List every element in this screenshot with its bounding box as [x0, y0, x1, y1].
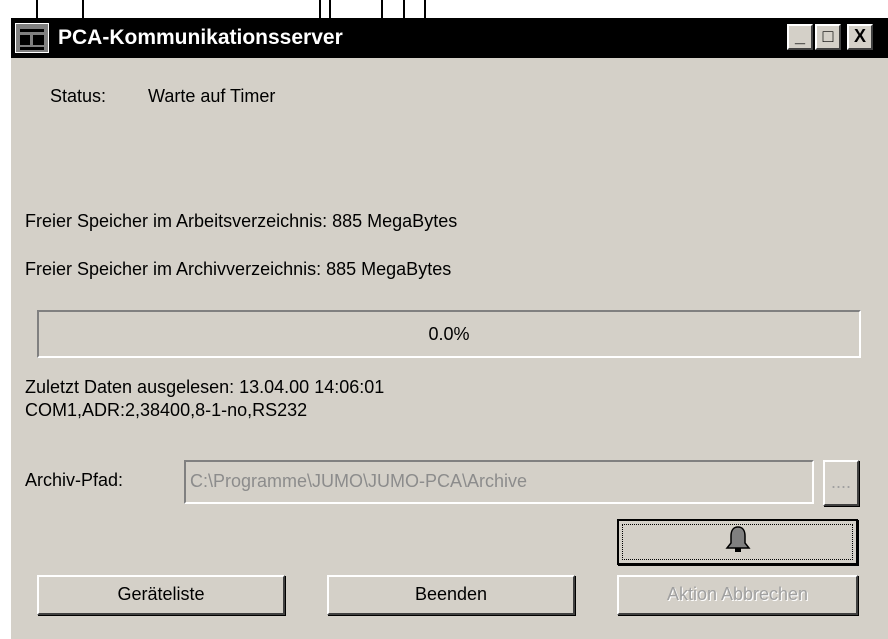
maximize-icon: □ — [822, 26, 834, 46]
connection-text: COM1,ADR:2,38400,8-1-no,RS232 — [25, 400, 308, 420]
computer-icon[interactable] — [15, 23, 49, 53]
archive-memory-line: Freier Speicher im Archivverzeichnis: 88… — [25, 259, 451, 280]
work-memory-label: Freier Speicher im Arbeitsverzeichnis: — [25, 211, 328, 231]
work-memory-value: 885 MegaBytes — [332, 211, 458, 231]
status-value: Warte auf Timer — [148, 86, 276, 106]
device-list-button[interactable]: Geräteliste — [37, 575, 285, 615]
last-read-text: Zuletzt Daten ausgelesen: 13.04.00 14:06… — [25, 377, 385, 397]
maximize-button[interactable]: □ — [815, 24, 841, 50]
archive-path-input: C:\Programme\JUMO\JUMO-PCA\Archive — [184, 460, 814, 504]
minimize-icon: _ — [794, 26, 805, 46]
archive-memory-value: 885 MegaBytes — [326, 259, 452, 279]
progress-bar: 0.0% — [37, 310, 861, 358]
screen: { "window": { "title": "PCA-Kommunikatio… — [0, 0, 888, 639]
archive-path-value: C:\Programme\JUMO\JUMO-PCA\Archive — [190, 471, 528, 491]
minimize-button[interactable]: _ — [787, 24, 813, 50]
work-memory-line: Freier Speicher im Arbeitsverzeichnis: 8… — [25, 211, 457, 232]
progress-text: 0.0% — [428, 324, 470, 344]
alarm-button[interactable] — [617, 519, 858, 565]
archive-path-label: Archiv-Pfad: — [25, 470, 124, 490]
browse-button[interactable]: .... — [823, 460, 859, 506]
archive-memory-label: Freier Speicher im Archivverzeichnis: — [25, 259, 322, 279]
close-button[interactable]: X — [847, 24, 873, 50]
window-title: PCA-Kommunikationsserver — [58, 26, 343, 49]
close-icon: X — [853, 26, 866, 46]
bell-icon — [724, 525, 751, 564]
status-label: Status: — [50, 86, 107, 106]
cancel-action-button[interactable]: Aktion Abbrechen — [617, 575, 858, 615]
quit-button[interactable]: Beenden — [327, 575, 575, 615]
